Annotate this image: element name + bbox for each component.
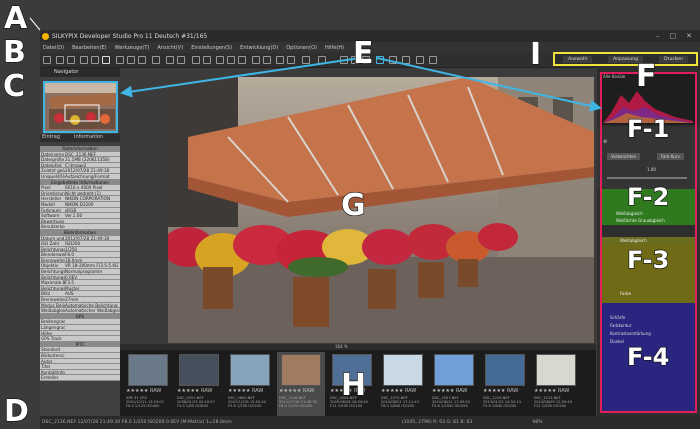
arrow-e-right <box>376 57 602 112</box>
app-window: { "titlebar": {"title": "SILKYPIX Develo… <box>0 0 700 429</box>
label-b: B <box>2 35 26 70</box>
label-f1: F-1 <box>626 115 670 143</box>
label-h: H <box>340 368 367 403</box>
label-d: D <box>3 394 29 429</box>
label-g: G <box>340 188 366 223</box>
label-a: A <box>3 1 28 36</box>
label-f: F <box>635 59 657 94</box>
arrow-e-left <box>120 57 361 98</box>
label-f4: F-4 <box>626 343 670 371</box>
label-i: I <box>529 37 542 72</box>
label-f2: F-2 <box>626 183 670 211</box>
label-f3: F-3 <box>626 246 670 274</box>
pointer-a <box>29 17 41 31</box>
label-c: C <box>2 69 26 104</box>
label-e: E <box>352 36 374 71</box>
